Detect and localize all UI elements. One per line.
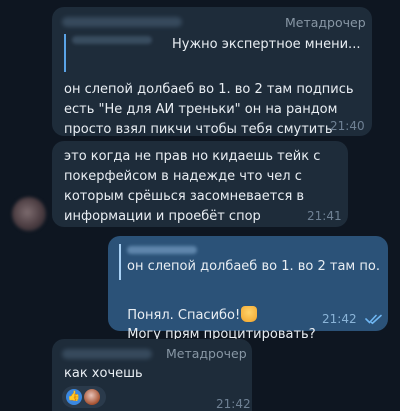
sender-name-blurred: [62, 349, 152, 359]
message-time: 21:42: [322, 312, 357, 326]
sender-title: Метадрочер: [166, 346, 247, 361]
reaction-avatar: [84, 389, 100, 405]
sender-avatar[interactable]: [12, 197, 46, 231]
reply-author-blurred: [72, 36, 152, 44]
message-text: он слепой долбаеб во 1. во 2 там подпись…: [64, 82, 358, 137]
message-time: 21:41: [307, 209, 342, 223]
thumbs-up-icon[interactable]: 👍: [66, 389, 82, 405]
message-time: 21:42: [216, 397, 251, 411]
message-text: это когда не прав но кидаешь тейк с поке…: [64, 149, 325, 224]
sender-name-blurred: [62, 17, 182, 27]
reply-preview[interactable]: Нужно экспертное мнени...: [64, 34, 364, 72]
message-text: как хочешь: [64, 366, 143, 381]
message-time: 21:40: [330, 119, 365, 133]
reply-preview[interactable]: он слепой долбаеб во 1. во 2 там по...: [119, 244, 381, 280]
reply-author-blurred: [127, 246, 197, 254]
sender-title: Метадрочер: [285, 15, 366, 30]
reactions-bar[interactable]: 👍: [62, 386, 106, 408]
reply-preview-text: он слепой долбаеб во 1. во 2 там по...: [127, 259, 381, 274]
double-check-icon: [365, 314, 382, 325]
